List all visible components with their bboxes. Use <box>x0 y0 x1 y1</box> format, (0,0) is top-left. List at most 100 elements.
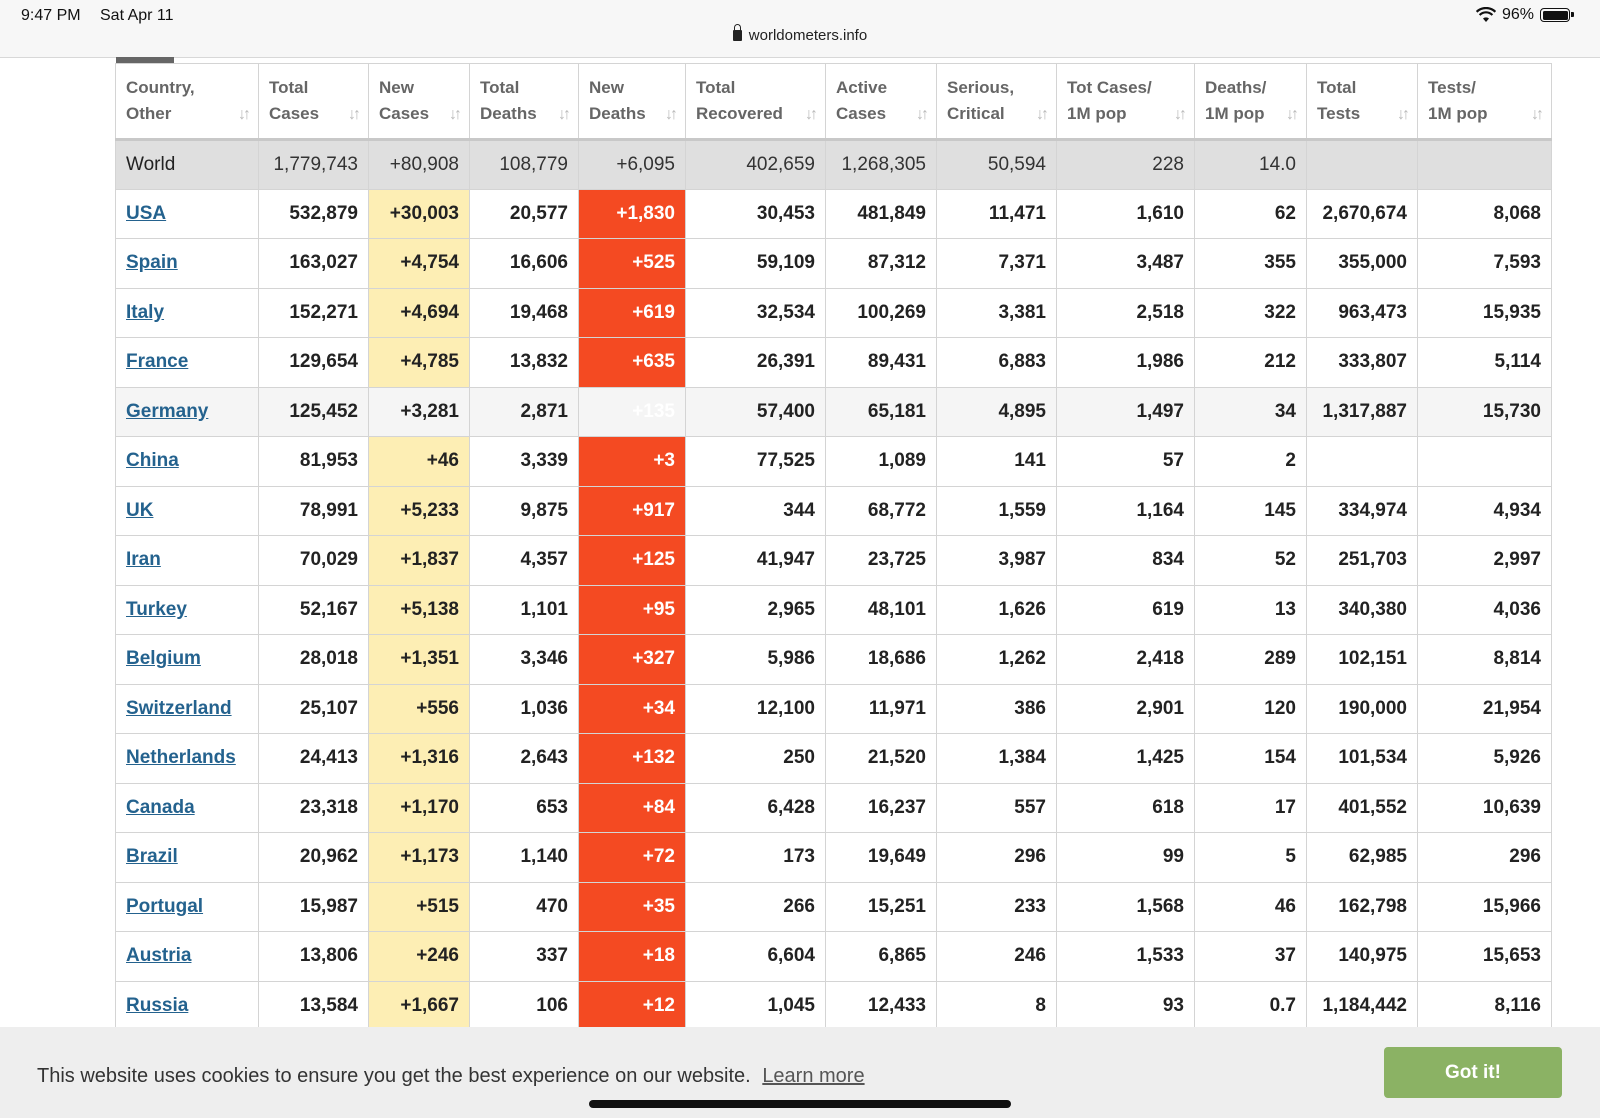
table-cell: +3 <box>578 436 686 487</box>
country-link[interactable]: UK <box>126 500 153 521</box>
column-header-11[interactable]: Tests/1M pop ↓↑ <box>1417 63 1552 141</box>
table-cell: 65,181 <box>825 386 937 437</box>
country-link[interactable]: Austria <box>126 945 191 966</box>
country-link[interactable]: Portugal <box>126 896 203 917</box>
table-row: UK 78,991 +5,233 9,875 +917 344 68,772 1,559 1,1… <box>115 485 1552 536</box>
country-link[interactable]: Switzerland <box>126 698 232 719</box>
country-link[interactable]: Spain <box>126 252 178 273</box>
country-link[interactable]: Canada <box>126 797 195 818</box>
table-cell: 13,806 <box>258 931 369 982</box>
table-row: Germany 125,452 +3,281 2,871 +135 57,400 65,18… <box>115 386 1552 437</box>
home-indicator[interactable] <box>589 1100 1011 1108</box>
column-header-5[interactable]: Total Recovered ↓↑ <box>685 63 826 141</box>
table-cell <box>1417 436 1552 487</box>
got-it-button[interactable]: Got it! <box>1384 1047 1562 1098</box>
sort-icon[interactable]: ↓↑ <box>1286 102 1299 128</box>
country-link[interactable]: Iran <box>126 549 161 570</box>
table-cell: 2,901 <box>1056 683 1195 734</box>
sort-icon[interactable]: ↓↑ <box>916 102 929 128</box>
table-cell: 1,089 <box>825 436 937 487</box>
table-cell: 108,779 <box>469 139 579 190</box>
column-header-line2: Cases <box>836 104 887 123</box>
sort-icon[interactable]: ↓↑ <box>238 102 251 128</box>
column-header-1[interactable]: Total Cases ↓↑ <box>258 63 369 141</box>
table-cell: 11,471 <box>936 188 1057 239</box>
table-cell: +556 <box>368 683 470 734</box>
table-cell: 834 <box>1056 535 1195 586</box>
column-header-2[interactable]: New Cases ↓↑ <box>368 63 470 141</box>
country-link[interactable]: Germany <box>126 401 208 422</box>
table-cell: 102,151 <box>1306 634 1418 685</box>
table-cell: 296 <box>936 832 1057 883</box>
sort-icon[interactable]: ↓↑ <box>1174 102 1187 128</box>
column-header-line2: Cases <box>379 104 430 123</box>
sort-icon[interactable]: ↓↑ <box>805 102 818 128</box>
column-header-line1: New <box>589 78 624 97</box>
country-link[interactable]: Italy <box>126 302 164 323</box>
table-cell: 5,114 <box>1417 337 1552 388</box>
table-row: Brazil 20,962 +1,173 1,140 +72 173 19,649 296 99… <box>115 832 1552 883</box>
ios-status-bar: 9:47 PM Sat Apr 11 worldometers.info 96% <box>0 0 1600 58</box>
country-link[interactable]: Turkey <box>126 599 187 620</box>
table-cell: 1,384 <box>936 733 1057 784</box>
table-cell: 32,534 <box>685 287 826 338</box>
sort-icon[interactable]: ↓↑ <box>558 102 571 128</box>
column-header-0[interactable]: Country, Other ↓↑ <box>115 63 259 141</box>
column-header-6[interactable]: Active Cases ↓↑ <box>825 63 937 141</box>
country-link[interactable]: Russia <box>126 995 188 1016</box>
table-cell: 250 <box>685 733 826 784</box>
country-link[interactable]: Netherlands <box>126 747 236 768</box>
table-cell: 190,000 <box>1306 683 1418 734</box>
coronavirus-table: Country, Other ↓↑ Total Cases ↓↑ New Cases ↓↑ Tot… <box>115 63 1552 1031</box>
column-header-9[interactable]: Deaths/1M pop ↓↑ <box>1194 63 1307 141</box>
cookie-message-text: This website uses cookies to ensure you … <box>37 1065 751 1087</box>
address-bar[interactable]: worldometers.info <box>0 24 1600 44</box>
sort-icon[interactable]: ↓↑ <box>1531 102 1544 128</box>
table-cell: 12,433 <box>825 980 937 1031</box>
column-header-3[interactable]: Total Deaths ↓↑ <box>469 63 579 141</box>
table-cell: 653 <box>469 782 579 833</box>
sort-icon[interactable]: ↓↑ <box>348 102 361 128</box>
table-cell: 1,164 <box>1056 485 1195 536</box>
table-cell: 173 <box>685 832 826 883</box>
table-cell: 8 <box>936 980 1057 1031</box>
country-link[interactable]: Belgium <box>126 648 201 669</box>
column-header-4[interactable]: New Deaths ↓↑ <box>578 63 686 141</box>
country-link[interactable]: Brazil <box>126 846 178 867</box>
table-cell: 28,018 <box>258 634 369 685</box>
table-cell <box>1417 139 1552 190</box>
sort-icon[interactable]: ↓↑ <box>449 102 462 128</box>
table-cell: 402,659 <box>685 139 826 190</box>
table-cell: 62 <box>1194 188 1307 239</box>
learn-more-link[interactable]: Learn more <box>762 1065 864 1087</box>
table-cell: 386 <box>936 683 1057 734</box>
table-row: USA 532,879 +30,003 20,577 +1,830 30,453 481,8… <box>115 188 1552 239</box>
column-header-line2: Recovered <box>696 104 783 123</box>
table-cell: 21,520 <box>825 733 937 784</box>
table-cell: 41,947 <box>685 535 826 586</box>
table-cell: 322 <box>1194 287 1307 338</box>
table-cell: +525 <box>578 238 686 289</box>
column-header-line2: 1M pop <box>1067 104 1127 123</box>
table-cell: 401,552 <box>1306 782 1418 833</box>
table-cell: 1,626 <box>936 584 1057 635</box>
table-cell: 1,268,305 <box>825 139 937 190</box>
table-cell: 50,594 <box>936 139 1057 190</box>
table-cell: 62,985 <box>1306 832 1418 883</box>
sort-icon[interactable]: ↓↑ <box>1397 102 1410 128</box>
table-row: Spain 163,027 +4,754 16,606 +525 59,109 87,312… <box>115 238 1552 289</box>
column-header-10[interactable]: Total Tests ↓↑ <box>1306 63 1418 141</box>
sort-icon[interactable]: ↓↑ <box>665 102 678 128</box>
country-link[interactable]: USA <box>126 203 166 224</box>
sort-icon[interactable]: ↓↑ <box>1036 102 1049 128</box>
column-header-7[interactable]: Serious, Critical ↓↑ <box>936 63 1057 141</box>
table-cell: 15,730 <box>1417 386 1552 437</box>
table-cell: 1,779,743 <box>258 139 369 190</box>
table-cell: +95 <box>578 584 686 635</box>
table-cell: 23,318 <box>258 782 369 833</box>
table-cell: 1,101 <box>469 584 579 635</box>
table-cell: 355 <box>1194 238 1307 289</box>
country-link[interactable]: China <box>126 450 179 471</box>
column-header-8[interactable]: Tot Cases/1M pop ↓↑ <box>1056 63 1195 141</box>
country-link[interactable]: France <box>126 351 188 372</box>
